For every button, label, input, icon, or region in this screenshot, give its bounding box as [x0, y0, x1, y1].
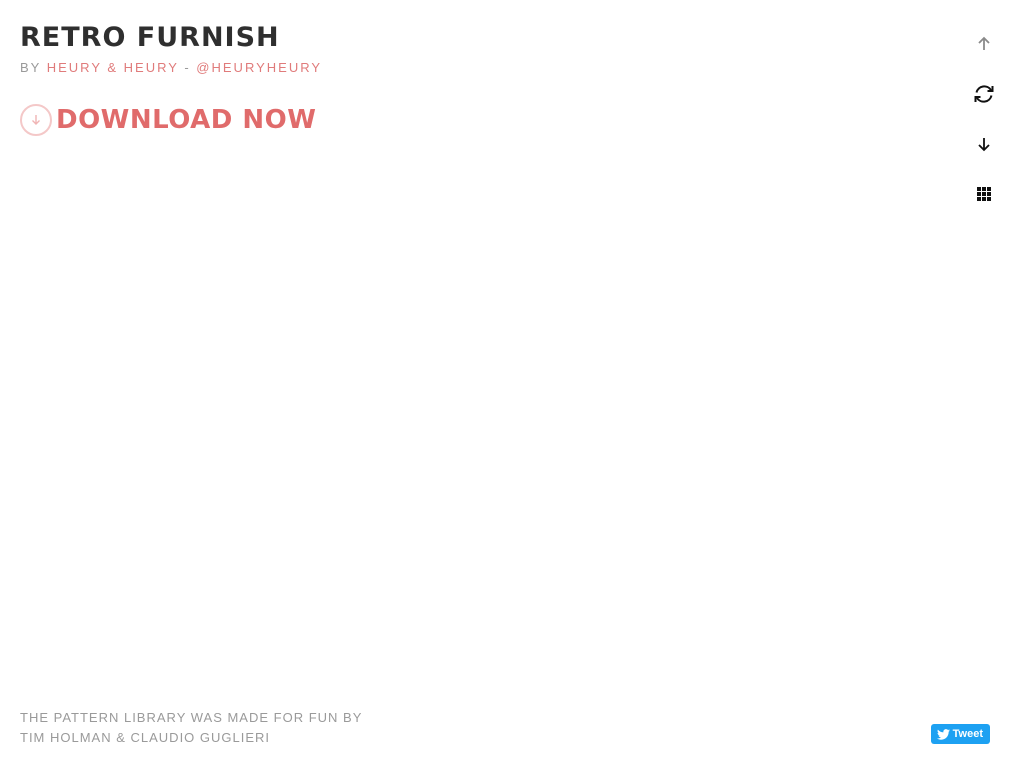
- random-pattern-button[interactable]: [968, 78, 1000, 110]
- arrow-down-circle-icon: [20, 104, 52, 136]
- refresh-icon: [974, 85, 994, 103]
- download-label: Download Now: [56, 105, 317, 135]
- tweet-button[interactable]: Tweet: [930, 724, 990, 744]
- grid-icon: [977, 187, 991, 201]
- footer-credits: The pattern library was made for fun by …: [20, 708, 362, 748]
- page-title: Retro Furnish: [20, 22, 280, 53]
- byline-separator: -: [184, 60, 191, 75]
- header: Retro Furnish by Heury & Heury - @heuryh…: [20, 22, 322, 75]
- previous-pattern-button[interactable]: [968, 28, 1000, 60]
- arrow-up-icon: [978, 36, 990, 50]
- author-link[interactable]: Heury & Heury: [47, 60, 179, 75]
- arrow-down-icon: [978, 138, 990, 152]
- footer-line-1: The pattern library was made for fun by: [20, 710, 363, 725]
- byline: by Heury & Heury - @heuryheury: [20, 60, 322, 75]
- handle-link[interactable]: @heuryheury: [196, 60, 322, 75]
- tweet-label: Tweet: [952, 728, 983, 740]
- controls-toolbar: [964, 28, 1004, 228]
- page: Retro Furnish by Heury & Heury - @heuryh…: [0, 0, 1024, 768]
- twitter-bird-icon: [936, 728, 950, 740]
- footer-line-2: Tim Holman & Claudio Guglieri: [20, 730, 271, 745]
- next-pattern-button[interactable]: [968, 128, 1000, 160]
- byline-prefix: by: [20, 60, 42, 75]
- download-button[interactable]: Download Now: [20, 104, 316, 136]
- pattern-grid-button[interactable]: [968, 178, 1000, 210]
